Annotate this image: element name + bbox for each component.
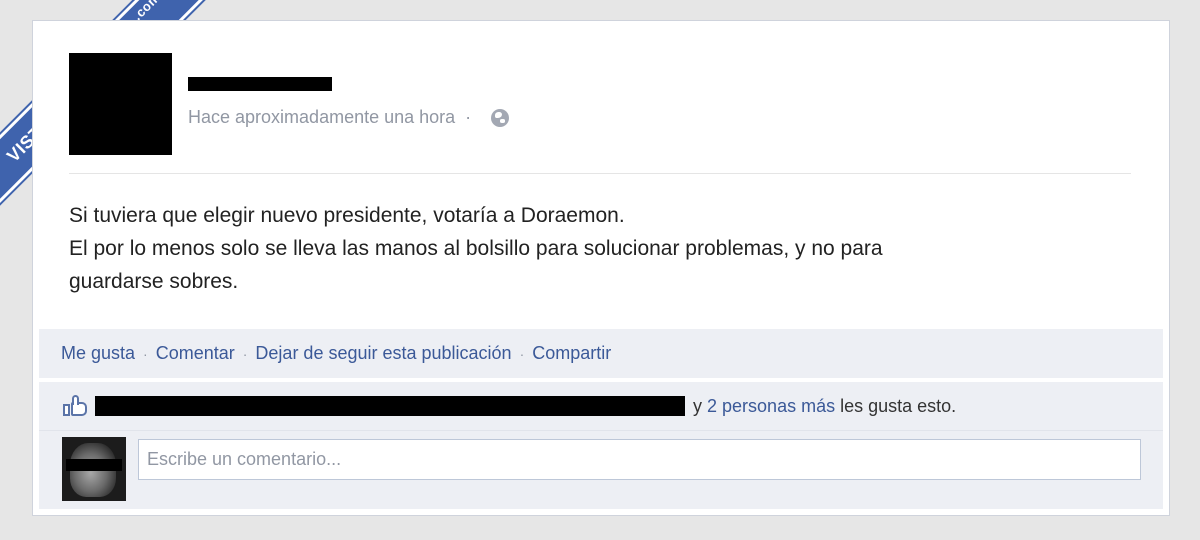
share-link[interactable]: Compartir xyxy=(532,343,611,364)
action-separator: · xyxy=(242,345,248,362)
post-timestamp[interactable]: Hace aproximadamente una hora xyxy=(188,107,455,128)
header-divider xyxy=(69,173,1131,174)
post-body: Si tuviera que elegir nuevo presidente, … xyxy=(69,199,1109,298)
likes-bar: y 2 personas más les gusta esto. xyxy=(39,382,1163,431)
others-likes-link[interactable]: 2 personas más xyxy=(707,396,835,417)
likes-connector: y xyxy=(693,395,702,416)
post-card: Hace aproximadamente una hora · Si tuvie… xyxy=(32,20,1170,516)
comment-input[interactable] xyxy=(138,439,1141,480)
unfollow-link[interactable]: Dejar de seguir esta publicación xyxy=(255,343,511,364)
action-separator: · xyxy=(143,345,148,362)
author-avatar-redacted[interactable] xyxy=(69,53,172,155)
post-actions-bar: Me gusta · Comentar · Dejar de seguir es… xyxy=(39,329,1163,378)
meta-separator: · xyxy=(465,107,472,127)
viewer-avatar[interactable] xyxy=(62,437,126,501)
post-line: Si tuviera que elegir nuevo presidente, … xyxy=(69,204,625,227)
thumbs-up-icon xyxy=(63,395,89,417)
action-separator: · xyxy=(519,345,525,362)
globe-icon[interactable] xyxy=(491,108,510,127)
liker-names-redacted[interactable] xyxy=(95,396,685,416)
post-line: El por lo menos solo se lleva las manos … xyxy=(69,237,883,260)
comment-composer xyxy=(39,431,1163,509)
comment-link[interactable]: Comentar xyxy=(156,343,235,364)
likes-suffix: les gusta esto. xyxy=(840,395,957,416)
post-meta: Hace aproximadamente una hora · xyxy=(188,107,510,128)
like-link[interactable]: Me gusta xyxy=(61,343,135,364)
author-name-redacted[interactable] xyxy=(188,77,332,91)
post-line: guardarse sobres. xyxy=(69,270,239,293)
